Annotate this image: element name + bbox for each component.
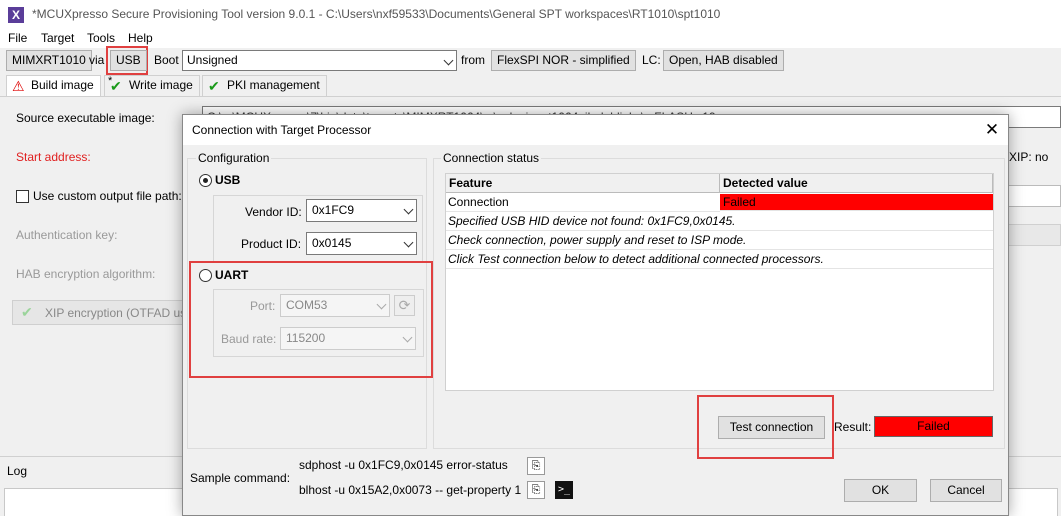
refresh-icon[interactable]: ⟳ (394, 295, 415, 316)
connection-dialog: Connection with Target Processor ✕ Confi… (182, 114, 1009, 516)
warning-icon: ⚠ (12, 78, 25, 94)
menu-tools[interactable]: Tools (87, 31, 115, 45)
copy-icon[interactable]: ⎘ (527, 481, 545, 499)
product-id-select[interactable]: 0x0145 (306, 232, 417, 255)
custom-output-checkbox[interactable] (16, 190, 29, 203)
test-connection-button[interactable]: Test connection (718, 416, 825, 439)
menu-target[interactable]: Target (41, 31, 74, 45)
interface-button[interactable]: USB (110, 50, 147, 71)
cancel-button[interactable]: Cancel (930, 479, 1002, 502)
status-message: Click Test connection below to detect ad… (446, 250, 993, 269)
port-label: Port: (250, 299, 276, 313)
processor-button[interactable]: MIMXRT1010 (6, 50, 92, 71)
lifecycle-button[interactable]: Open, HAB disabled (663, 50, 784, 71)
from-label: from (461, 53, 485, 67)
usb-radio[interactable] (199, 174, 212, 187)
detected-value-header: Detected value (720, 174, 993, 193)
connection-failed-cell: Failed (720, 194, 993, 211)
check-icon: ✔ (208, 78, 220, 94)
vendor-id-label: Vendor ID: (245, 205, 302, 219)
copy-icon[interactable]: ⎘ (527, 457, 545, 475)
product-id-value: 0x0145 (312, 236, 352, 250)
baud-rate-select[interactable]: 115200 (280, 327, 416, 350)
sample-command-1: sdphost -u 0x1FC9,0x0145 error-status (299, 458, 508, 472)
chevron-down-icon (402, 332, 413, 343)
app-logo-icon: X (8, 7, 24, 23)
xip-label: XIP: no (1009, 150, 1049, 164)
check-icon: ✔ (110, 78, 122, 94)
chevron-down-icon (403, 204, 414, 215)
dialog-title: Connection with Target Processor (192, 123, 372, 137)
boot-type-select[interactable]: Unsigned (182, 50, 457, 71)
xip-encryption-label: XIP encryption (OTFAD us (45, 306, 187, 320)
tab-build-image[interactable]: ⚠ Build image (6, 75, 101, 96)
usb-label: USB (215, 173, 241, 187)
status-message: Check connection, power supply and reset… (446, 231, 993, 250)
baud-rate-label: Baud rate: (221, 332, 277, 346)
baud-rate-value: 115200 (286, 331, 326, 345)
via-label: via (89, 53, 105, 67)
menu-file[interactable]: File (8, 31, 27, 45)
auth-key-label: Authentication key: (16, 228, 118, 242)
uart-radio[interactable] (199, 269, 212, 282)
ok-button[interactable]: OK (844, 479, 917, 502)
sample-command-2: blhost -u 0x15A2,0x0073 -- get-property … (299, 483, 522, 497)
terminal-icon[interactable]: >_ (555, 481, 573, 499)
chevron-down-icon (403, 237, 414, 248)
vendor-id-select[interactable]: 0x1FC9 (306, 199, 417, 222)
hab-encryption-label: HAB encryption algorithm: (16, 267, 156, 281)
lc-label: LC: (642, 53, 661, 67)
window-title: *MCUXpresso Secure Provisioning Tool ver… (32, 7, 721, 21)
chevron-down-icon (443, 55, 454, 66)
log-label: Log (7, 464, 28, 478)
product-id-label: Product ID: (241, 237, 302, 251)
source-image-label: Source executable image: (16, 111, 155, 125)
tab-pki-label: PKI management (227, 78, 320, 92)
start-address-label: Start address: (16, 150, 91, 164)
tab-write-image[interactable]: * ✔ Write image (104, 75, 200, 96)
port-value: COM53 (286, 298, 328, 312)
boot-device-button[interactable]: FlexSPI NOR - simplified (491, 50, 636, 71)
connection-feature-cell: Connection (446, 193, 720, 212)
tab-pki-management[interactable]: ✔ PKI management (202, 75, 327, 96)
connection-status-title: Connection status (441, 151, 542, 165)
uart-label: UART (215, 268, 249, 282)
auth-key-select[interactable] (1008, 224, 1061, 246)
boot-label: Boot (154, 53, 179, 67)
configuration-title: Configuration (196, 151, 272, 165)
xip-encryption-button[interactable]: ✔ XIP encryption (OTFAD us (12, 300, 187, 325)
port-select[interactable]: COM53 (280, 294, 390, 317)
chevron-down-icon (376, 299, 387, 310)
vendor-id-value: 0x1FC9 (312, 203, 355, 217)
custom-output-input[interactable] (1008, 185, 1061, 207)
tab-build-image-label: Build image (31, 78, 94, 92)
menu-bar (0, 30, 1061, 48)
custom-output-label: Use custom output file path: (33, 189, 182, 203)
result-label: Result: (834, 420, 872, 434)
result-status: Failed (874, 416, 993, 437)
boot-type-value: Unsigned (187, 53, 238, 67)
tab-write-image-label: Write image (129, 78, 193, 92)
status-message: Specified USB HID device not found: 0x1F… (446, 212, 993, 231)
sample-command-label: Sample command: (190, 471, 291, 485)
feature-header: Feature (446, 174, 720, 193)
menu-help[interactable]: Help (128, 31, 153, 45)
check-icon: ✔ (21, 304, 33, 320)
close-icon[interactable]: ✕ (981, 120, 1003, 140)
